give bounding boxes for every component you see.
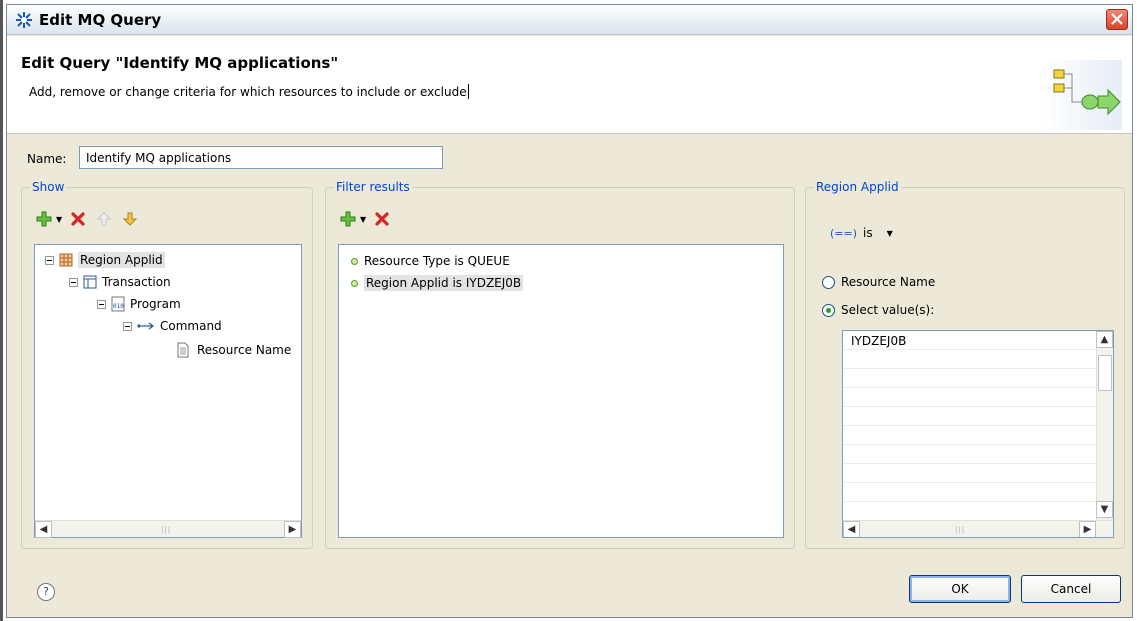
header-banner: Edit Query "Identify MQ applications" Ad… [7,36,1132,134]
ok-button[interactable]: OK [909,575,1011,603]
help-icon[interactable]: ? [37,583,55,601]
program-icon: 010 [111,296,125,312]
value-row[interactable] [843,464,1097,483]
filter-list[interactable]: Resource Type is QUEUE Region Applid is … [338,244,784,538]
value-row[interactable] [843,407,1097,426]
filter-toolbar: ▼ [338,208,392,230]
remove-filter-button[interactable] [372,209,392,229]
collapse-icon[interactable] [123,321,132,331]
scrollbar-grip: ||| [955,526,966,534]
filter-bullet-icon [351,257,358,265]
region-applid-group: Region Applid (==) is ▼ Resource Name Se… [805,180,1125,549]
name-label: Name: [27,152,67,166]
filter-results-group: Filter results ▼ Resource Type is QUEUE … [325,180,795,549]
background-edge [0,0,3,621]
scroll-left-icon[interactable]: ◀ [843,521,860,537]
scroll-left-icon[interactable]: ◀ [35,521,52,538]
filter-item[interactable]: Resource Type is QUEUE [351,251,510,271]
operator-dropdown[interactable]: (==) is ▼ [830,226,893,240]
transaction-icon [83,275,97,289]
cancel-button[interactable]: Cancel [1021,575,1121,603]
add-filter-button[interactable] [338,209,358,229]
value-row[interactable] [843,483,1097,502]
move-up-button[interactable] [94,209,114,229]
close-icon [1111,13,1123,25]
add-dropdown-icon[interactable]: ▼ [56,215,62,224]
tree-item-transaction[interactable]: Transaction [69,271,171,293]
add-button[interactable] [34,209,54,229]
scroll-thumb[interactable] [1098,355,1112,391]
values-horizontal-scrollbar[interactable]: ◀ ||| ▶ [843,520,1113,537]
move-down-button[interactable] [120,209,140,229]
value-row[interactable] [843,369,1097,388]
values-list[interactable]: IYDZEJ0B ▲ ▼ ◀ ||| ▶ [842,330,1114,538]
show-group: Show ▼ Region Applid Transaction 010 Pro… [21,180,313,549]
scroll-right-icon[interactable]: ▶ [284,521,301,538]
value-row[interactable] [843,426,1097,445]
value-row[interactable] [843,445,1097,464]
edit-mq-query-dialog: Edit MQ Query Edit Query "Identify MQ ap… [6,4,1133,618]
arrow-up-icon [96,212,112,226]
radio-button[interactable] [822,275,835,289]
document-icon [177,342,189,358]
filter-bullet-icon [351,279,358,287]
add-icon [340,211,356,227]
region-group-label: Region Applid [814,180,901,194]
select-values-radio[interactable]: Select value(s): [822,303,934,317]
value-row[interactable] [843,350,1097,369]
value-row[interactable]: IYDZEJ0B [843,331,1097,350]
app-icon [15,11,33,29]
tree-item-command[interactable]: Command [123,315,222,337]
show-toolbar: ▼ [34,208,140,230]
collapse-icon[interactable] [97,299,106,309]
values-vertical-scrollbar[interactable]: ▲ ▼ [1096,331,1113,520]
scrollbar-grip: ||| [161,526,172,534]
filter-group-label: Filter results [334,180,412,194]
show-tree[interactable]: Region Applid Transaction 010 Program Co… [34,244,302,538]
tree-item-program[interactable]: 010 Program [97,293,181,315]
close-button[interactable] [1106,9,1128,30]
radio-button-checked[interactable] [822,303,835,317]
command-icon [137,322,154,330]
delete-icon [71,212,85,226]
show-group-label: Show [30,180,67,194]
add-icon [36,211,52,227]
tree-item-region-applid[interactable]: Region Applid [45,249,165,271]
region-icon [59,253,73,267]
title-bar[interactable]: Edit MQ Query [7,5,1132,35]
value-row[interactable] [843,502,1097,521]
scroll-up-icon[interactable]: ▲ [1096,331,1113,348]
page-description: Add, remove or change criteria for which… [29,84,469,99]
window-title: Edit MQ Query [39,11,162,29]
page-title: Edit Query "Identify MQ applications" [21,54,339,72]
remove-button[interactable] [68,209,88,229]
name-input[interactable] [79,146,443,169]
show-horizontal-scrollbar[interactable]: ◀ ||| ▶ [35,520,301,538]
equals-operator-icon: (==) [830,226,858,240]
collapse-icon[interactable] [45,255,54,265]
value-row[interactable] [843,388,1097,407]
arrow-down-icon [122,212,138,226]
resource-name-radio[interactable]: Resource Name [822,275,935,289]
query-wizard-graphic [1042,60,1122,130]
add-filter-dropdown-icon[interactable]: ▼ [360,215,366,224]
filter-item[interactable]: Region Applid is IYDZEJ0B [351,273,524,293]
collapse-icon[interactable] [69,277,78,287]
chevron-down-icon: ▼ [886,228,893,238]
scroll-down-icon[interactable]: ▼ [1096,501,1113,518]
tree-item-resource-name[interactable]: Resource Name [175,339,291,361]
delete-icon [375,212,389,226]
svg-text:010: 010 [113,303,124,310]
scroll-right-icon[interactable]: ▶ [1079,521,1096,537]
description-text: Add, remove or change criteria for which… [29,85,467,99]
